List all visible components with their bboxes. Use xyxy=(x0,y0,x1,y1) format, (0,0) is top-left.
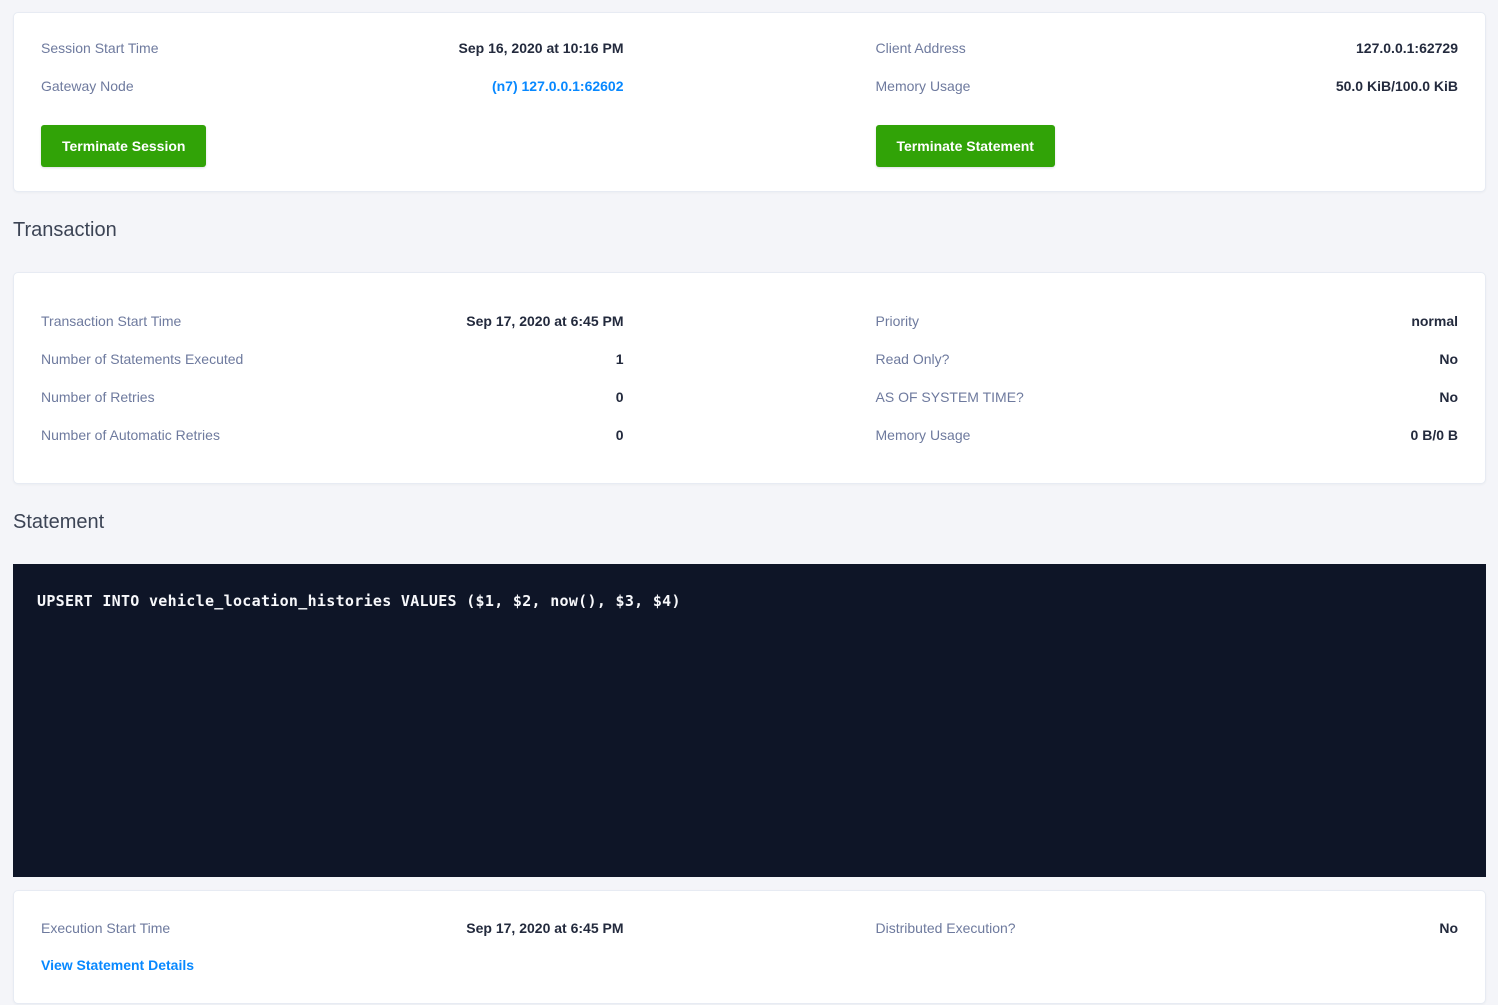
row-read-only: Read Only? No xyxy=(876,340,1459,378)
read-only-value: No xyxy=(1439,351,1458,367)
client-address-label: Client Address xyxy=(876,40,966,56)
execution-start-time-label: Execution Start Time xyxy=(41,920,170,936)
row-gateway-node: Gateway Node (n7) 127.0.0.1:62602 xyxy=(41,67,624,105)
statements-executed-label: Number of Statements Executed xyxy=(41,351,243,367)
session-summary-left-column: Session Start Time Sep 16, 2020 at 10:16… xyxy=(41,29,624,167)
gateway-node-link[interactable]: (n7) 127.0.0.1:62602 xyxy=(492,78,624,94)
row-statements-executed: Number of Statements Executed 1 xyxy=(41,340,624,378)
row-transaction-memory-usage: Memory Usage 0 B/0 B xyxy=(876,416,1459,454)
gateway-node-label: Gateway Node xyxy=(41,78,134,94)
execution-start-time-value: Sep 17, 2020 at 6:45 PM xyxy=(466,920,623,936)
statements-executed-value: 1 xyxy=(616,351,624,367)
transaction-right-column: Priority normal Read Only? No AS OF SYST… xyxy=(876,302,1459,454)
session-summary-card: Session Start Time Sep 16, 2020 at 10:16… xyxy=(13,12,1486,192)
distributed-execution-value: No xyxy=(1439,920,1458,936)
row-execution-start-time: Execution Start Time Sep 17, 2020 at 6:4… xyxy=(41,909,624,947)
number-of-retries-label: Number of Retries xyxy=(41,389,155,405)
statement-heading: Statement xyxy=(13,508,1486,536)
execution-left-column: Execution Start Time Sep 17, 2020 at 6:4… xyxy=(41,909,624,983)
transaction-start-time-value: Sep 17, 2020 at 6:45 PM xyxy=(466,313,623,329)
transaction-left-column: Transaction Start Time Sep 17, 2020 at 6… xyxy=(41,302,624,454)
view-statement-details-link[interactable]: View Statement Details xyxy=(41,957,194,973)
as-of-system-time-label: AS OF SYSTEM TIME? xyxy=(876,389,1024,405)
row-client-address: Client Address 127.0.0.1:62729 xyxy=(876,29,1459,67)
row-transaction-start-time: Transaction Start Time Sep 17, 2020 at 6… xyxy=(41,302,624,340)
row-distributed-execution: Distributed Execution? No xyxy=(876,909,1459,947)
execution-right-column: Distributed Execution? No xyxy=(876,909,1459,983)
row-automatic-retries: Number of Automatic Retries 0 xyxy=(41,416,624,454)
row-as-of-system-time: AS OF SYSTEM TIME? No xyxy=(876,378,1459,416)
session-start-time-label: Session Start Time xyxy=(41,40,159,56)
row-view-statement-details: View Statement Details xyxy=(41,947,624,983)
terminate-statement-button[interactable]: Terminate Statement xyxy=(876,125,1055,167)
row-priority: Priority normal xyxy=(876,302,1459,340)
session-memory-usage-label: Memory Usage xyxy=(876,78,971,94)
priority-label: Priority xyxy=(876,313,920,329)
session-memory-usage-value: 50.0 KiB/100.0 KiB xyxy=(1336,78,1458,94)
distributed-execution-label: Distributed Execution? xyxy=(876,920,1016,936)
transaction-memory-usage-value: 0 B/0 B xyxy=(1411,427,1458,443)
row-session-memory-usage: Memory Usage 50.0 KiB/100.0 KiB xyxy=(876,67,1459,105)
transaction-heading: Transaction xyxy=(13,216,1486,244)
read-only-label: Read Only? xyxy=(876,351,950,367)
session-details-page: Session Start Time Sep 16, 2020 at 10:16… xyxy=(0,0,1498,1004)
statement-execution-card: Execution Start Time Sep 17, 2020 at 6:4… xyxy=(13,890,1486,1004)
transaction-start-time-label: Transaction Start Time xyxy=(41,313,181,329)
statement-sql-text: UPSERT INTO vehicle_location_histories V… xyxy=(37,592,1462,610)
as-of-system-time-value: No xyxy=(1439,389,1458,405)
terminate-session-button[interactable]: Terminate Session xyxy=(41,125,206,167)
client-address-value: 127.0.0.1:62729 xyxy=(1356,40,1458,56)
transaction-memory-usage-label: Memory Usage xyxy=(876,427,971,443)
automatic-retries-value: 0 xyxy=(616,427,624,443)
statement-sql-box: UPSERT INTO vehicle_location_histories V… xyxy=(13,564,1486,877)
session-summary-right-column: Client Address 127.0.0.1:62729 Memory Us… xyxy=(876,29,1459,167)
priority-value: normal xyxy=(1411,313,1458,329)
automatic-retries-label: Number of Automatic Retries xyxy=(41,427,220,443)
transaction-card: Transaction Start Time Sep 17, 2020 at 6… xyxy=(13,272,1486,484)
number-of-retries-value: 0 xyxy=(616,389,624,405)
row-number-of-retries: Number of Retries 0 xyxy=(41,378,624,416)
session-start-time-value: Sep 16, 2020 at 10:16 PM xyxy=(459,40,624,56)
row-session-start-time: Session Start Time Sep 16, 2020 at 10:16… xyxy=(41,29,624,67)
